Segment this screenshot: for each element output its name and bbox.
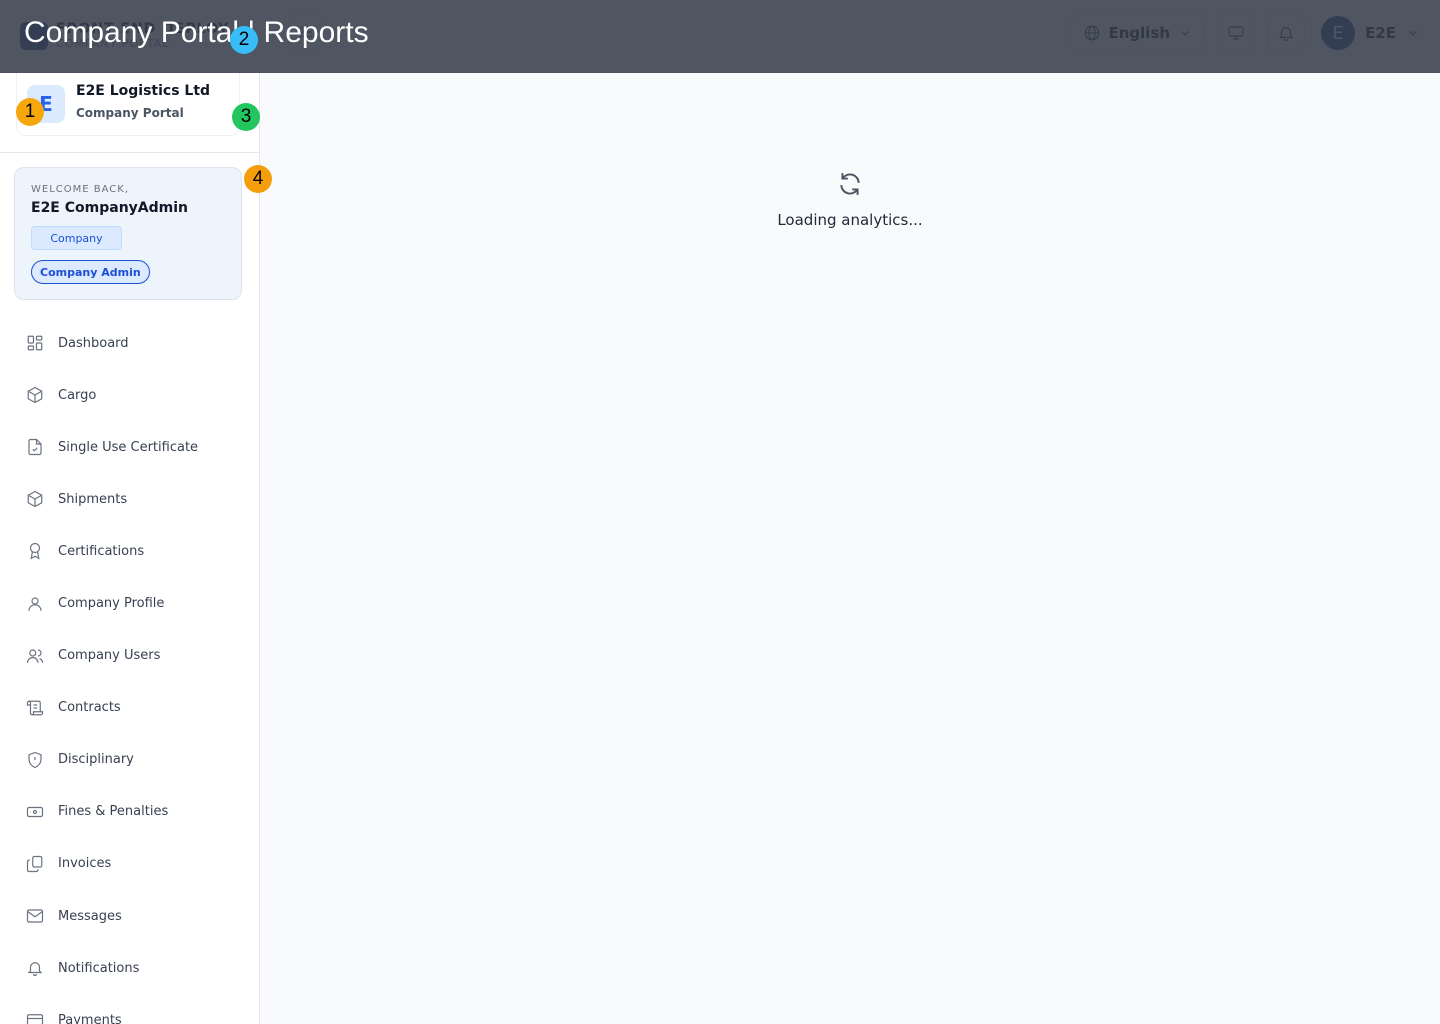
bell-icon [27, 962, 43, 977]
shield-alert-icon [28, 751, 42, 768]
sidebar-item-label: Fines & Penalties [58, 804, 169, 820]
user-icon [28, 596, 42, 611]
sidebar: E E2E Logistics Ltd Company Portal WELCO… [0, 73, 260, 1024]
company-badge: Company [31, 226, 122, 250]
sidebar-divider [0, 152, 259, 153]
sidebar-item-payments[interactable]: Payments [0, 994, 259, 1024]
sidebar-item-single-use-certificate[interactable]: Single Use Certificate [0, 421, 259, 473]
welcome-label: WELCOME BACK, [31, 184, 129, 195]
role-badge: Company Admin [31, 260, 150, 284]
file-check-icon [28, 439, 42, 456]
sidebar-item-certifications[interactable]: Certifications [0, 525, 259, 577]
banknote-icon [26, 806, 44, 817]
marker-2: 2 [230, 26, 258, 54]
sidebar-item-disciplinary[interactable]: Disciplinary [0, 734, 259, 786]
org-card[interactable]: E E2E Logistics Ltd Company Portal [16, 73, 240, 136]
user-name: E2E [1365, 24, 1396, 42]
sidebar-item-label: Payments [58, 1012, 122, 1024]
sidebar-item-notifications[interactable]: Notifications [0, 942, 259, 994]
monitor-icon [1228, 26, 1244, 40]
overlay-title: Company Portal | Reports [24, 16, 369, 49]
sidebar-item-label: Company Profile [58, 596, 165, 612]
welcome-user-name: E2E CompanyAdmin [31, 200, 188, 216]
sidebar-item-messages[interactable]: Messages [0, 890, 259, 942]
org-name: E2E Logistics Ltd [76, 83, 211, 99]
package-icon [27, 386, 43, 404]
bell-icon [1278, 27, 1294, 42]
globe-icon [1084, 25, 1099, 41]
sidebar-item-label: Notifications [58, 960, 140, 976]
loading-text: Loading analytics... [777, 211, 923, 229]
award-icon [29, 543, 41, 561]
notifications-button[interactable] [1267, 14, 1306, 52]
marker-1: 1 [16, 98, 44, 126]
sidebar-item-label: Dashboard [58, 335, 129, 351]
sidebar-item-label: Disciplinary [58, 752, 134, 768]
chevron-down-icon [1409, 30, 1417, 36]
language-label: English [1108, 24, 1171, 42]
marker-3: 3 [232, 103, 260, 131]
sidebar-item-company-profile[interactable]: Company Profile [0, 577, 259, 629]
main-content: Loading analytics... [260, 73, 1440, 1024]
sidebar-item-label: Contracts [58, 700, 121, 716]
display-button[interactable] [1217, 14, 1256, 52]
sidebar-item-label: Certifications [58, 543, 145, 559]
org-subtitle: Company Portal [76, 106, 184, 120]
sidebar-item-cargo[interactable]: Cargo [0, 369, 259, 421]
sidebar-item-invoices[interactable]: Invoices [0, 838, 259, 890]
avatar: E [1321, 16, 1356, 50]
mail-icon [26, 909, 44, 923]
sidebar-item-label: Company Users [58, 648, 161, 664]
scroll-icon [26, 700, 44, 716]
welcome-card: WELCOME BACK, E2E CompanyAdmin Company C… [14, 167, 242, 300]
sidebar-item-label: Cargo [58, 387, 97, 403]
refresh-icon [840, 173, 860, 195]
loading-state: Loading analytics... [260, 171, 1440, 229]
credit-card-icon [26, 1014, 44, 1024]
chevron-down-icon [1181, 30, 1189, 36]
copy-icon [26, 855, 43, 873]
sidebar-item-label: Shipments [58, 491, 128, 507]
user-menu[interactable]: E E2E [1317, 16, 1420, 50]
sidebar-item-label: Single Use Certificate [58, 439, 199, 455]
sidebar-item-contracts[interactable]: Contracts [0, 682, 259, 734]
language-select[interactable]: English [1069, 14, 1206, 52]
sidebar-item-shipments[interactable]: Shipments [0, 473, 259, 525]
dashboard-icon [27, 335, 43, 351]
package-icon [27, 491, 43, 508]
sidebar-item-company-users[interactable]: Company Users [0, 630, 259, 682]
marker-4: 4 [244, 165, 272, 193]
users-icon [26, 649, 44, 663]
sidebar-item-fines-penalties[interactable]: Fines & Penalties [0, 786, 259, 838]
sidebar-item-label: Messages [58, 908, 122, 924]
sidebar-item-label: Invoices [58, 856, 112, 872]
sidebar-nav: Dashboard Cargo Single Use Certificate S… [0, 317, 259, 1024]
sidebar-item-dashboard[interactable]: Dashboard [0, 317, 259, 369]
